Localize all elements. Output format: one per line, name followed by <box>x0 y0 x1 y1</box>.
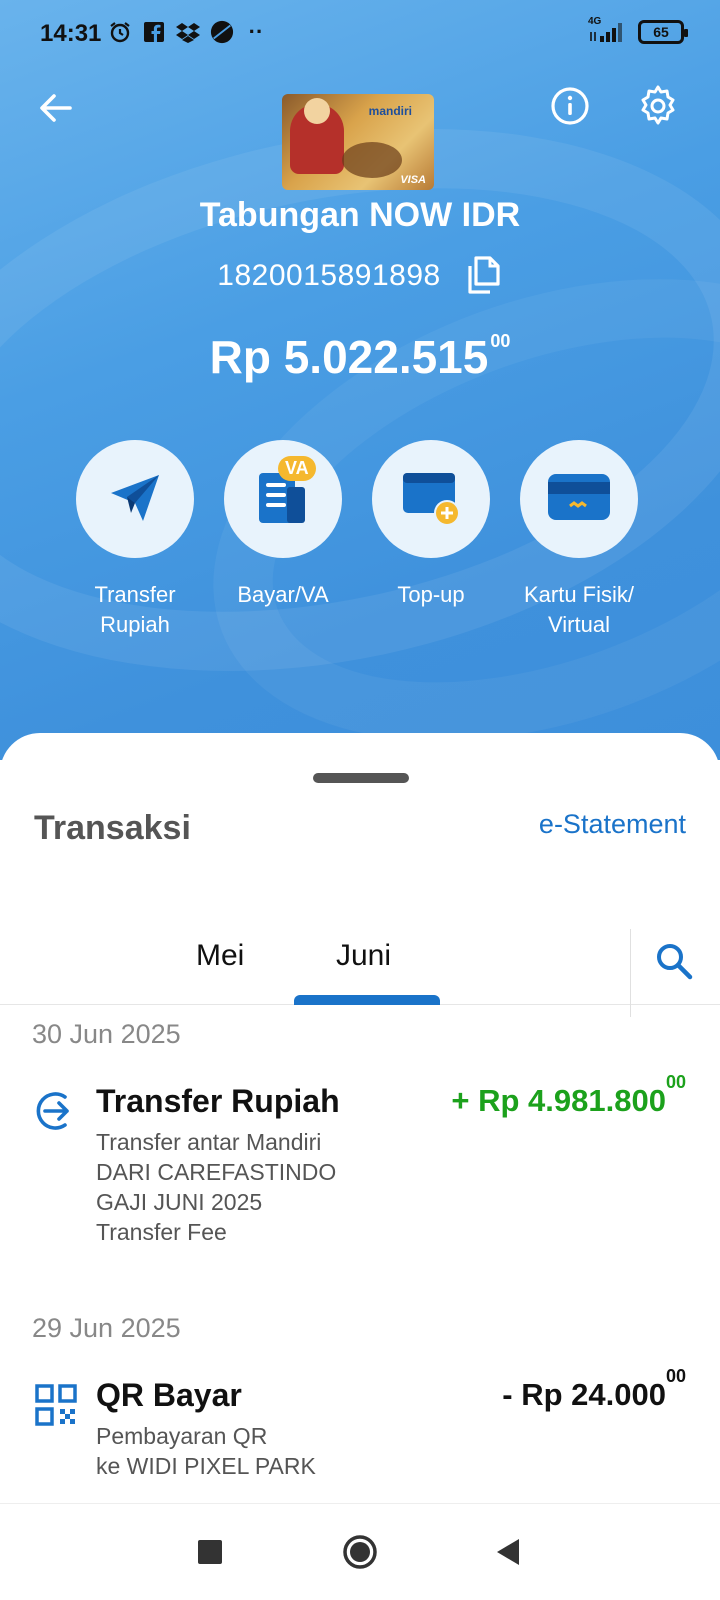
transaction-description: Transfer antar Mandiri DARI CAREFASTINDO… <box>96 1127 336 1247</box>
account-number: 1820015891898 <box>217 259 441 292</box>
divider <box>630 929 631 1017</box>
date-header: 29 Jun 2025 <box>32 1313 181 1343</box>
tab-juni[interactable]: Juni <box>336 939 391 973</box>
recent-apps-button[interactable] <box>186 1530 234 1578</box>
description-line: Transfer antar Mandiri <box>96 1129 322 1155</box>
section-title: Transaksi <box>34 809 191 847</box>
copy-button[interactable] <box>463 254 503 299</box>
va-badge: VA <box>278 456 316 481</box>
home-circle-icon <box>342 1534 378 1575</box>
sheet-drag-handle[interactable] <box>313 773 409 783</box>
arrow-left-icon <box>38 90 74 131</box>
status-time: 14:31 <box>40 20 102 47</box>
month-tabs: Mei Juni <box>0 893 720 1017</box>
balance-amount: Rp 5.022.515 <box>209 331 489 383</box>
action-bayar-va[interactable]: VA Bayar/VA <box>208 440 358 610</box>
battery-indicator: 65 <box>638 20 688 44</box>
action-label: Kartu Fisik/ Virtual <box>523 582 635 637</box>
transaction-description: Pembayaran QR ke WIDI PIXEL PARK <box>96 1421 316 1481</box>
dropbox-icon <box>176 20 200 44</box>
action-label: Top-up <box>397 582 465 607</box>
active-tab-indicator <box>294 995 440 1005</box>
facebook-icon <box>142 20 166 44</box>
transaction-amount: + Rp 4.981.80000 <box>451 1072 686 1119</box>
tab-mei[interactable]: Mei <box>196 939 244 973</box>
status-bar: 14:31 ·· 4G 65 <box>0 0 720 70</box>
e-statement-link[interactable]: e-Statement <box>539 809 686 840</box>
circle-app-icon <box>210 20 234 44</box>
action-transfer-rupiah[interactable]: Transfer Rupiah <box>60 440 210 640</box>
description-line: DARI CAREFASTINDO <box>96 1159 337 1185</box>
info-button[interactable] <box>542 80 598 136</box>
action-icon-circle <box>520 440 638 558</box>
card-brand: mandiri <box>368 104 412 118</box>
card-network: VISA <box>400 174 426 186</box>
amount-value: + Rp 4.981.800 <box>451 1083 666 1118</box>
card-art <box>342 142 402 178</box>
amount-value: - Rp 24.000 <box>502 1377 666 1412</box>
transaction-title: QR Bayar <box>96 1377 242 1413</box>
action-top-up[interactable]: Top-up <box>356 440 506 610</box>
system-indicators: 4G 65 <box>588 16 688 44</box>
description-line: GAJI JUNI 2025 <box>96 1189 263 1215</box>
transactions-sheet: Transaksi e-Statement Mei Juni 30 Jun 20… <box>0 733 720 1503</box>
search-button[interactable] <box>650 939 698 987</box>
date-header: 30 Jun 2025 <box>32 1019 181 1049</box>
card-icon <box>546 470 612 529</box>
transfer-in-icon <box>34 1089 78 1133</box>
action-icon-circle <box>372 440 490 558</box>
copy-icon <box>464 254 502 299</box>
search-icon <box>654 941 694 986</box>
notification-icons: ·· <box>108 19 268 44</box>
home-button[interactable] <box>336 1530 384 1578</box>
account-name: Tabungan NOW IDR <box>199 196 521 234</box>
wallet-add-icon <box>399 467 463 532</box>
description-line: Transfer Fee <box>96 1219 227 1245</box>
action-label: Transfer Rupiah <box>94 582 176 637</box>
card-art <box>304 98 330 124</box>
gear-icon <box>637 85 679 132</box>
qr-code-icon <box>34 1383 78 1427</box>
action-label: Bayar/VA <box>237 582 329 607</box>
account-balance: Rp 5.022.515 00 <box>0 330 720 384</box>
alarm-icon <box>108 20 132 44</box>
action-icon-circle: VA <box>224 440 342 558</box>
send-plane-icon <box>105 467 165 532</box>
signal-icon: 4G <box>588 16 628 44</box>
transaction-title: Transfer Rupiah <box>96 1083 340 1119</box>
amount-decimals: 00 <box>665 1071 686 1092</box>
balance-decimals: 00 <box>490 330 511 351</box>
transaction-amount: - Rp 24.00000 <box>502 1366 686 1413</box>
debit-card-image: mandiri VISA <box>282 94 434 190</box>
more-dots-icon: ·· <box>248 19 264 44</box>
square-icon <box>197 1539 223 1570</box>
back-button[interactable] <box>28 82 84 138</box>
triangle-back-icon <box>495 1538 521 1571</box>
settings-button[interactable] <box>630 80 686 136</box>
system-navigation-bar <box>0 1503 720 1600</box>
back-nav-button[interactable] <box>484 1530 532 1578</box>
account-number-row: 1820015891898 <box>0 254 720 299</box>
account-header: 14:31 ·· 4G 65 mandiri VISA Tabungan NOW… <box>0 0 720 760</box>
action-icon-circle <box>76 440 194 558</box>
action-kartu[interactable]: Kartu Fisik/ Virtual <box>504 440 654 640</box>
description-line: ke WIDI PIXEL PARK <box>96 1453 316 1479</box>
info-icon <box>550 86 590 131</box>
amount-decimals: 00 <box>665 1365 686 1386</box>
description-line: Pembayaran QR <box>96 1423 268 1449</box>
